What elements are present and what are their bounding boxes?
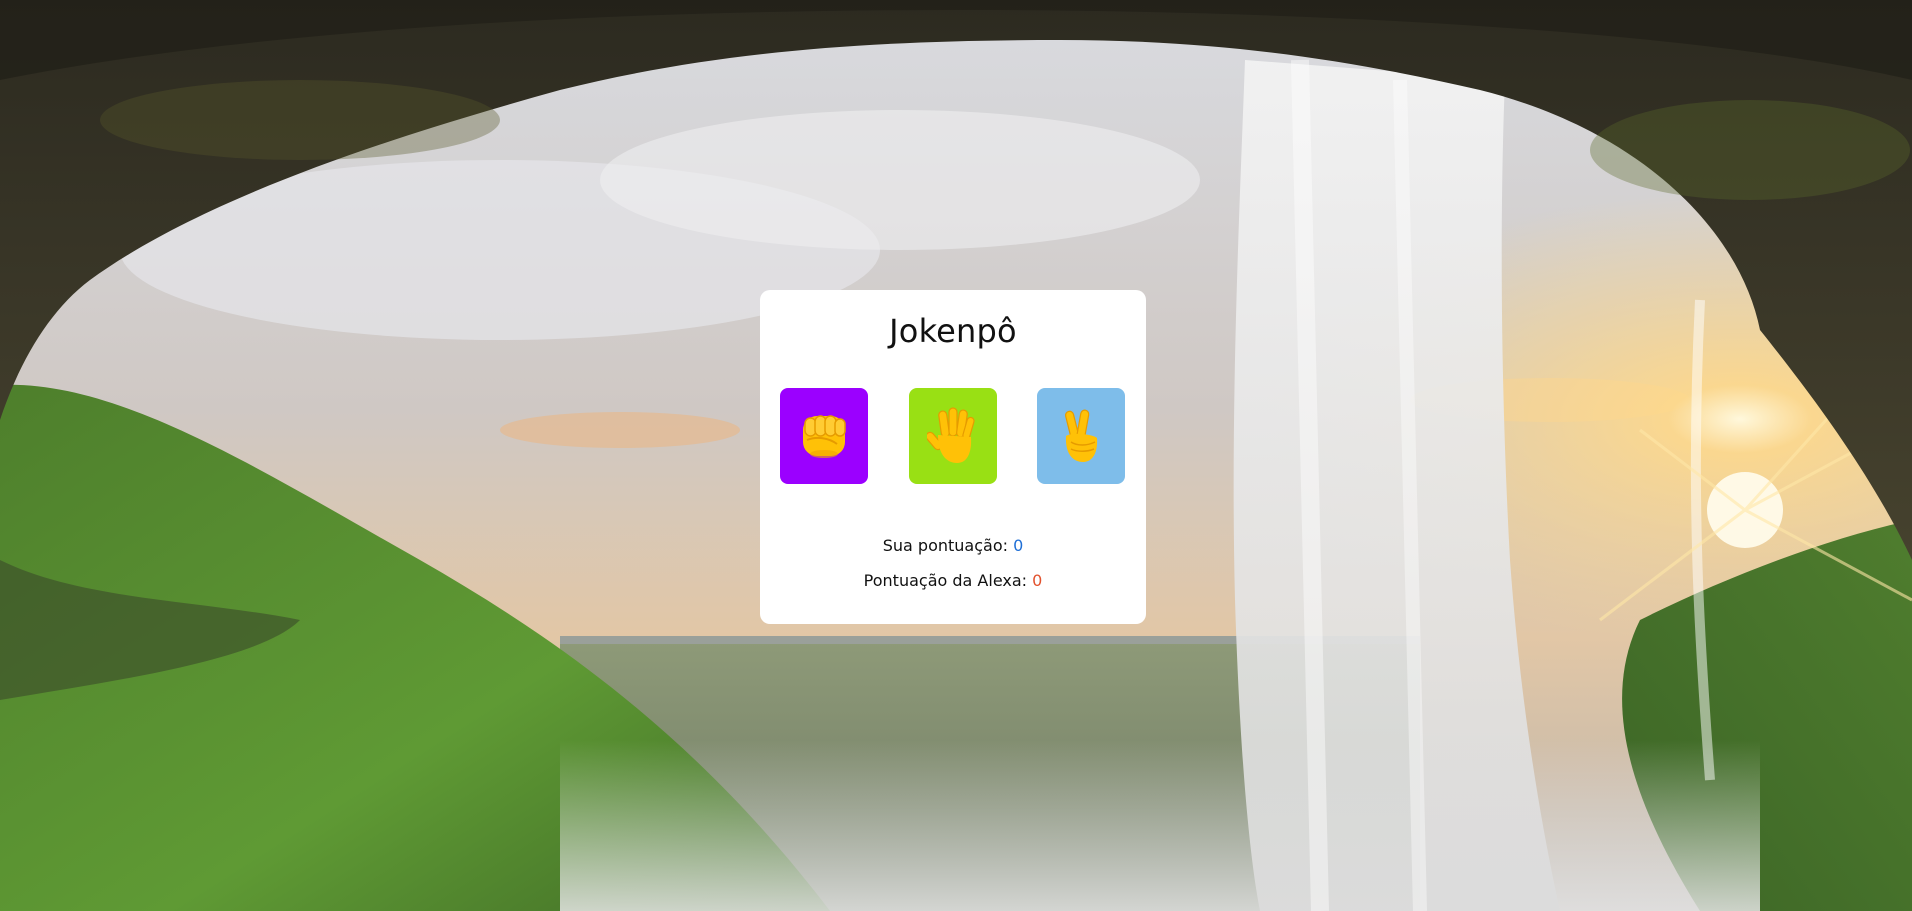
alexa-score-value: 0 [1032,571,1043,590]
alexa-score-label: Pontuação da Alexa: [863,571,1028,590]
player-score-line: Sua pontuação: 0 [760,536,1146,555]
alexa-score-line: Pontuação da Alexa: 0 [760,571,1146,590]
game-title: Jokenpô [889,312,1017,350]
open-hand-icon [927,407,975,463]
game-card: Jokenpô Sua pontuação: 0 Pontuação da Al… [760,290,1146,624]
player-score-label: Sua pontuação: [882,536,1008,555]
fist-icon [803,415,846,458]
player-score-value: 0 [1013,536,1024,555]
victory-hand-icon [1064,409,1098,462]
paper-button[interactable] [909,388,997,484]
rock-button[interactable] [780,388,868,484]
scissors-button[interactable] [1037,388,1125,484]
